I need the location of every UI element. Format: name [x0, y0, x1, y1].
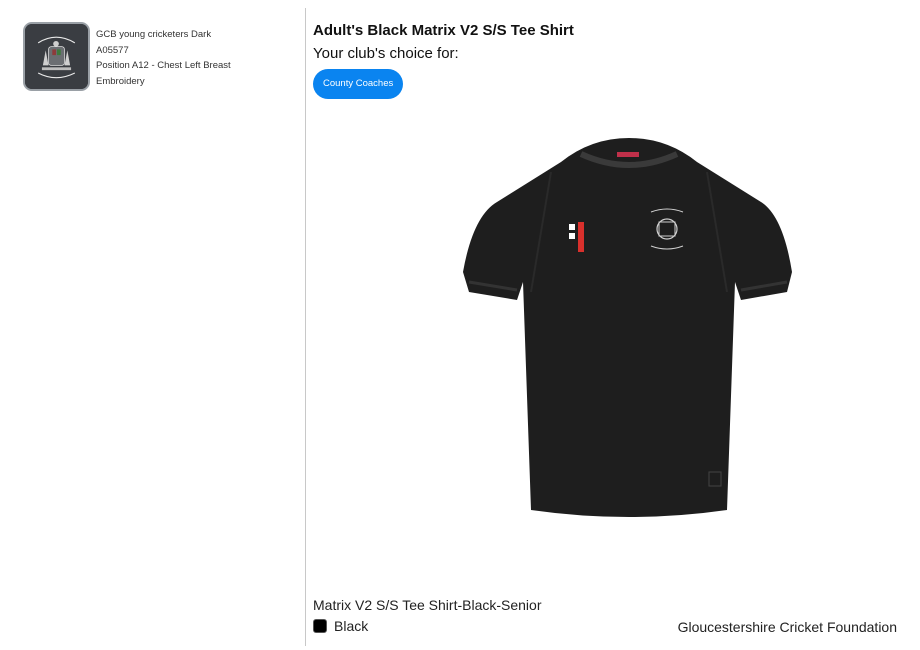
panel-divider — [305, 8, 306, 646]
logo-info: GCB young cricketers Dark A05577 Positio… — [96, 27, 231, 89]
tee-shirt-icon — [461, 132, 797, 518]
product-panel: Adult's Black Matrix V2 S/S Tee Shirt Yo… — [313, 0, 913, 650]
logo-method: Embroidery — [96, 75, 145, 87]
product-title: Adult's Black Matrix V2 S/S Tee Shirt — [313, 22, 574, 39]
logo-code: A05577 — [96, 44, 129, 56]
variant-name: Matrix V2 S/S Tee Shirt-Black-Senior — [313, 597, 542, 613]
colour-swatch[interactable] — [313, 619, 327, 633]
logo-position: Position A12 - Chest Left Breast — [96, 60, 231, 71]
club-choice-label: Your club's choice for: — [313, 45, 459, 62]
logo-name: GCB young cricketers Dark — [96, 29, 212, 40]
county-coaches-button[interactable]: County Coaches — [313, 69, 404, 99]
organisation-name: Gloucestershire Cricket Foundation — [677, 619, 897, 635]
colour-option[interactable]: Black — [313, 617, 368, 635]
club-crest-icon — [23, 22, 90, 91]
colour-name: Black — [334, 618, 369, 634]
logo-details-panel: GCB young cricketers Dark A05577 Positio… — [0, 0, 305, 650]
